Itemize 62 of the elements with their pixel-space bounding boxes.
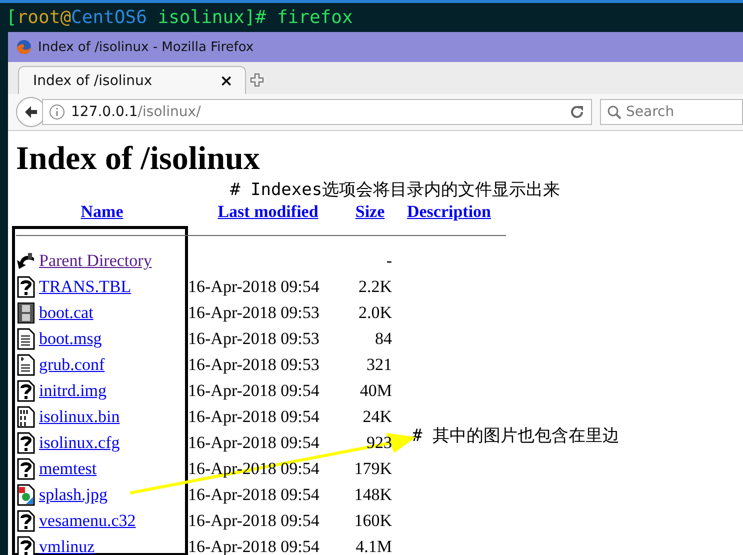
info-icon[interactable] [49, 104, 65, 120]
file-size: 2.2K [357, 277, 392, 297]
question-file-icon [16, 458, 36, 480]
browser-tab[interactable]: Index of /isolinux × [18, 66, 246, 94]
question-file-icon [16, 432, 36, 454]
close-tab-icon[interactable]: × [220, 71, 233, 90]
file-size: 160K [353, 511, 392, 531]
text-file-icon [16, 328, 36, 350]
file-size: - [385, 251, 392, 271]
file-size: 4.1M [354, 537, 392, 555]
annotation-note: # Indexes选项会将目录内的文件显示出来 [230, 179, 562, 201]
file-size: 148K [353, 485, 392, 505]
file-link[interactable]: grub.conf [39, 355, 105, 375]
question-file-icon [16, 276, 36, 298]
binary-file-icon [16, 406, 36, 428]
file-link[interactable]: boot.msg [39, 329, 102, 349]
modified-date: 16-Apr-2018 09:54 [188, 511, 320, 531]
search-field[interactable]: Search [600, 99, 743, 125]
modified-date: 16-Apr-2018 09:54 [188, 381, 320, 401]
file-link[interactable]: boot.cat [39, 303, 94, 323]
file-link[interactable]: initrd.img [39, 381, 107, 401]
browser-logo-icon [16, 39, 32, 55]
file-link[interactable]: Parent Directory [39, 251, 152, 271]
window-title: Index of /isolinux - Mozilla Firefox [38, 40, 254, 54]
column-header-link[interactable]: Description [406, 201, 492, 223]
file-size: 179K [353, 459, 392, 479]
file-link[interactable]: isolinux.bin [39, 407, 120, 427]
column-header-link[interactable]: Name [80, 201, 124, 223]
file-link[interactable]: vmlinuz [39, 537, 95, 555]
film-icon [16, 302, 36, 324]
modified-date: 16-Apr-2018 09:53 [188, 303, 320, 323]
script-file-icon [16, 354, 36, 376]
column-header-link[interactable]: Last modified [218, 201, 318, 223]
file-link[interactable]: TRANS.TBL [39, 277, 132, 297]
file-link[interactable]: vesamenu.c32 [39, 511, 136, 531]
modified-date: 16-Apr-2018 09:54 [188, 277, 320, 297]
file-size: 321 [366, 355, 392, 375]
file-size: 2.0K [357, 303, 392, 323]
image-file-icon [16, 484, 36, 506]
file-link[interactable]: splash.jpg [39, 485, 108, 505]
modified-date: 16-Apr-2018 09:53 [188, 355, 320, 375]
modified-date: 16-Apr-2018 09:54 [188, 485, 320, 505]
annotation-note: # 其中的图片也包含在里边 [412, 425, 620, 447]
file-size: 84 [374, 329, 392, 349]
modified-date: 16-Apr-2018 09:54 [188, 433, 320, 453]
modified-date: 16-Apr-2018 09:53 [188, 329, 320, 349]
search-icon [607, 104, 622, 120]
file-link[interactable]: memtest [39, 459, 97, 479]
new-tab-icon[interactable] [250, 73, 264, 87]
modified-date: 16-Apr-2018 09:54 [188, 407, 320, 427]
file-size: 40M [358, 381, 392, 401]
back-arrow-icon[interactable] [23, 104, 39, 120]
file-size: 24K [362, 407, 392, 427]
question-file-icon [16, 510, 36, 532]
column-header-link[interactable]: Size [355, 201, 385, 223]
back-arrow-icon [16, 250, 36, 272]
reload-icon[interactable] [569, 104, 585, 120]
url-field[interactable]: 127.0.0.1/isolinux/ [42, 99, 592, 125]
question-file-icon [16, 380, 36, 402]
terminal-prompt: [root@CentOS6 isolinux]# firefox [5, 6, 354, 30]
file-link[interactable]: isolinux.cfg [39, 433, 120, 453]
page-heading: Index of /isolinux [16, 140, 261, 179]
